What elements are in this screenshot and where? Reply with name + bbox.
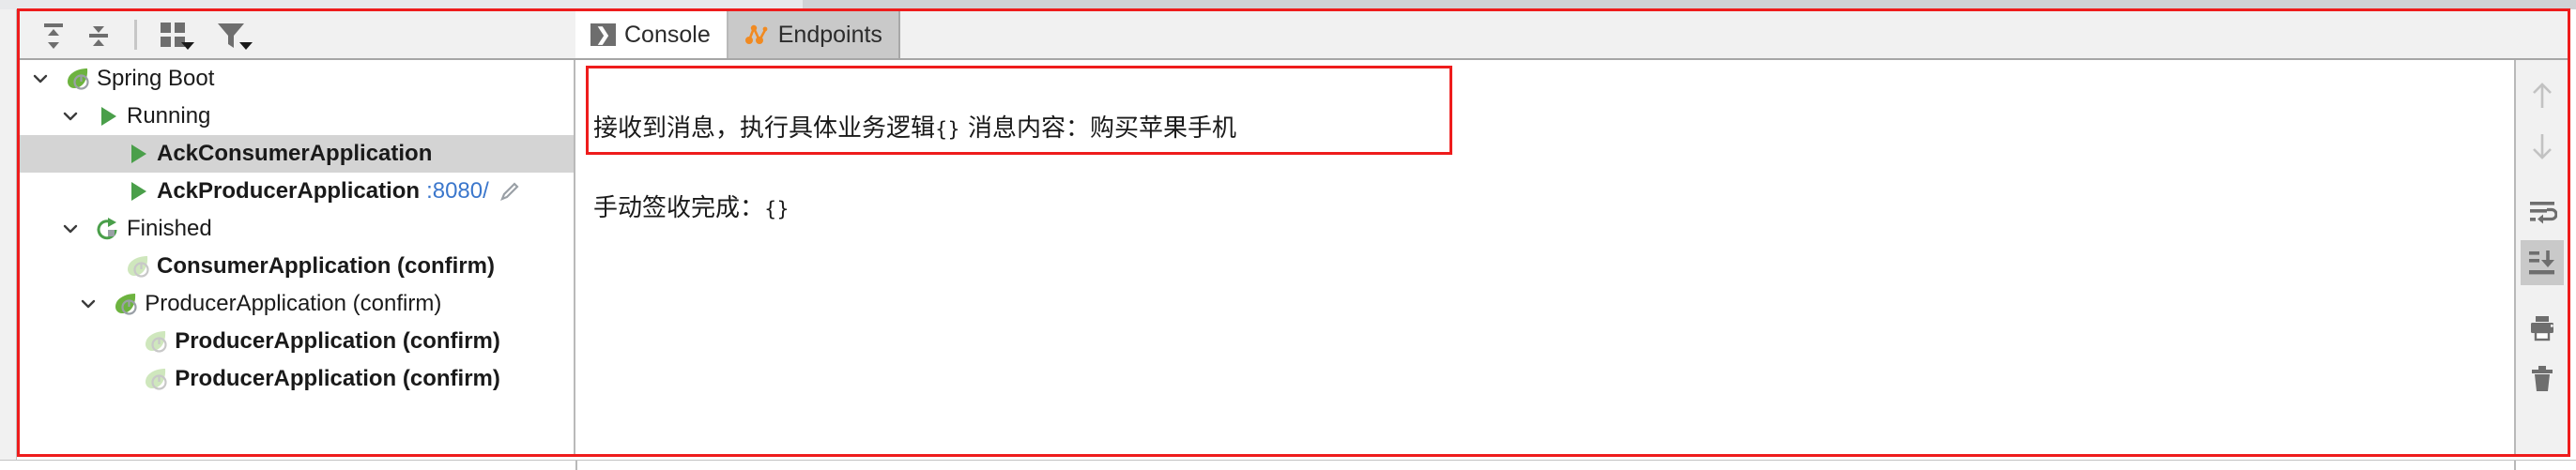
chevron-down-icon bbox=[239, 42, 253, 50]
tree-row[interactable]: Running bbox=[20, 98, 574, 135]
tree-row[interactable]: ConsumerApplication (confirm) bbox=[20, 248, 574, 285]
chevron-down-icon[interactable] bbox=[59, 218, 82, 240]
tree-row[interactable]: ProducerApplication (confirm) bbox=[20, 360, 574, 398]
print-button[interactable] bbox=[2521, 306, 2564, 351]
scroll-down-icon bbox=[2528, 131, 2556, 161]
tree-row[interactable]: AckProducerApplication:8080/ bbox=[20, 173, 574, 210]
tree-row[interactable]: Finished bbox=[20, 210, 574, 248]
tree-row-label: Finished bbox=[127, 216, 212, 241]
tab-bar-empty-space bbox=[899, 11, 2570, 58]
spring-boot-icon bbox=[65, 67, 91, 91]
chevron-down-icon bbox=[181, 42, 194, 50]
tab-endpoints-label: Endpoints bbox=[777, 21, 882, 48]
status-bar-strip bbox=[0, 460, 2576, 470]
console-side-toolbar bbox=[2514, 60, 2568, 454]
tree-row[interactable]: Spring Boot bbox=[20, 60, 574, 98]
filter-button[interactable] bbox=[208, 15, 253, 54]
tree-row-port-link[interactable]: :8080/ bbox=[426, 178, 489, 205]
console-line-1: 接收到消息，执行具体业务逻辑{} 消息内容：购买苹果手机 bbox=[593, 114, 1237, 143]
pencil-icon[interactable] bbox=[498, 180, 521, 203]
clear-all-button[interactable] bbox=[2521, 356, 2564, 402]
spring-boot-faded-icon bbox=[143, 367, 169, 391]
scroll-up-icon bbox=[2528, 81, 2556, 111]
run-green-icon bbox=[95, 104, 121, 129]
tree-row-label: ConsumerApplication (confirm) bbox=[157, 253, 496, 279]
tree-row[interactable]: ProducerApplication (confirm) bbox=[20, 323, 574, 360]
tab-console-label: Console bbox=[624, 21, 711, 48]
expand-all-button[interactable] bbox=[31, 15, 76, 54]
tree-row-label: ProducerApplication (confirm) bbox=[175, 328, 500, 354]
collapse-all-icon bbox=[83, 19, 115, 51]
run-dashboard-tree[interactable]: Spring Boot Running AckConsumerApplication… bbox=[20, 60, 575, 454]
tree-row-label: ProducerApplication (confirm) bbox=[175, 366, 500, 391]
editor-bottom-strip bbox=[0, 0, 2576, 9]
tree-row-label: Spring Boot bbox=[97, 66, 215, 91]
soft-wrap-icon bbox=[2527, 198, 2557, 226]
tree-row-label: ProducerApplication (confirm) bbox=[145, 291, 442, 316]
tree-row[interactable]: AckConsumerApplication bbox=[20, 135, 574, 173]
run-green-icon bbox=[125, 179, 151, 204]
tree-row-label: AckProducerApplication bbox=[157, 178, 421, 204]
tab-console[interactable]: ❯ Console bbox=[575, 11, 728, 58]
endpoints-icon bbox=[744, 23, 770, 47]
editor-bottom-strip-left bbox=[0, 0, 803, 9]
run-green-icon bbox=[125, 142, 151, 166]
print-icon bbox=[2528, 314, 2556, 342]
console-line-2: 手动签收完成：{} bbox=[593, 194, 790, 222]
scroll-to-end-button[interactable] bbox=[2520, 240, 2564, 285]
console-log-text: 接收到消息，执行具体业务逻辑{} 消息内容：购买苹果手机 手动签收完成：{} bbox=[593, 69, 1814, 268]
scroll-down-button[interactable] bbox=[2521, 124, 2564, 169]
soft-wrap-button[interactable] bbox=[2521, 190, 2564, 235]
scroll-up-button[interactable] bbox=[2521, 73, 2564, 118]
spring-boot-icon bbox=[113, 292, 139, 316]
chevron-down-icon[interactable] bbox=[59, 105, 82, 128]
left-gutter bbox=[0, 9, 17, 460]
debug-tool-window: ❯ Console Endpoints Spring Boot Running Ac… bbox=[0, 0, 2576, 470]
tree-row-label: Running bbox=[127, 103, 211, 129]
tab-endpoints[interactable]: Endpoints bbox=[728, 11, 900, 58]
trash-icon bbox=[2529, 365, 2555, 393]
scroll-to-end-icon bbox=[2527, 249, 2557, 277]
tree-row-label: AckConsumerApplication bbox=[157, 141, 433, 166]
toolbar-separator bbox=[134, 20, 137, 50]
tab-bar: ❯ Console Endpoints bbox=[575, 11, 2570, 60]
chevron-down-icon[interactable] bbox=[77, 293, 100, 315]
spring-boot-faded-icon bbox=[125, 254, 151, 279]
console-output-area[interactable]: 接收到消息，执行具体业务逻辑{} 消息内容：购买苹果手机 手动签收完成：{} bbox=[577, 60, 2514, 454]
collapse-all-button[interactable] bbox=[76, 15, 121, 54]
tree-row[interactable]: ProducerApplication (confirm) bbox=[20, 285, 574, 323]
group-by-button[interactable] bbox=[150, 15, 195, 54]
chevron-down-icon[interactable] bbox=[29, 68, 52, 90]
spring-boot-faded-icon bbox=[143, 329, 169, 354]
rerun-icon bbox=[95, 217, 121, 241]
expand-all-icon bbox=[38, 19, 69, 51]
console-icon: ❯ bbox=[590, 23, 616, 46]
tree-toolbar bbox=[20, 11, 575, 60]
